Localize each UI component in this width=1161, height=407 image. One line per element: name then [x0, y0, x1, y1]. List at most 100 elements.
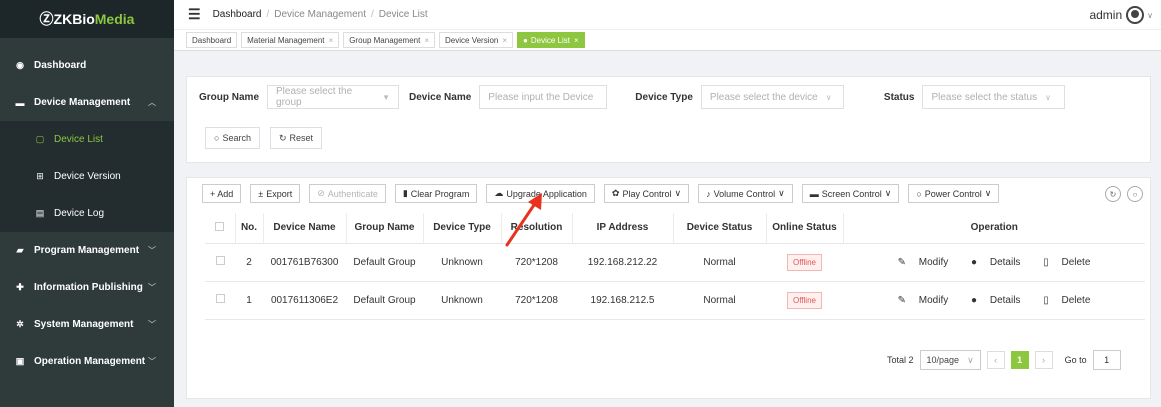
- log-icon: ▤: [35, 208, 45, 218]
- close-icon[interactable]: ×: [502, 36, 507, 45]
- cell-resolution: 720*1208: [501, 281, 572, 320]
- upgrade-application-button[interactable]: ☁ Upgrade Application: [486, 184, 595, 203]
- check-circle-icon: ⊘: [317, 188, 325, 198]
- sidebar-item-device-list[interactable]: ▢ Device List: [0, 121, 174, 158]
- prev-page-button[interactable]: ‹: [986, 351, 1005, 369]
- device-name-input[interactable]: Please input the Device: [479, 85, 608, 109]
- col-device-status: Device Status: [673, 213, 767, 244]
- tab-dashboard[interactable]: Dashboard: [186, 32, 238, 48]
- device-table: No. Device Name Group Name Device Type R…: [205, 213, 1145, 320]
- sidebar-item-device-management[interactable]: ▬ Device Management ︿: [0, 84, 174, 121]
- chevron-down-icon: ∨: [1045, 92, 1051, 102]
- col-no: No.: [235, 213, 264, 244]
- cell-device-status: Normal: [673, 243, 766, 282]
- total-count: Total 2: [887, 355, 914, 365]
- search-icon[interactable]: ○: [1127, 186, 1143, 202]
- caret-down-icon: ▼: [382, 92, 391, 102]
- cell-online-status: Offline: [766, 281, 843, 320]
- table-row: 1 0017611306E2 Default Group Unknown 720…: [205, 281, 1145, 320]
- refresh-icon[interactable]: ↻: [1105, 186, 1121, 202]
- tab-group-management[interactable]: Group Management ×: [343, 32, 436, 48]
- cell-no: 1: [235, 281, 263, 320]
- info-icon: ●: [971, 294, 980, 306]
- list-icon: ▢: [35, 134, 45, 144]
- close-icon[interactable]: ×: [424, 36, 429, 45]
- gear-icon: ✲: [16, 319, 24, 329]
- status-select[interactable]: Please select the status ∨: [922, 85, 1066, 109]
- breadcrumb-device-management[interactable]: Device Management: [274, 9, 366, 20]
- delete-link[interactable]: ▯ Delete: [1038, 257, 1095, 268]
- group-name-label: Group Name: [199, 91, 260, 103]
- close-icon[interactable]: ×: [329, 36, 334, 45]
- username: admin: [1089, 8, 1123, 22]
- search-button[interactable]: ○ Search: [205, 127, 260, 149]
- details-link[interactable]: ● Details: [966, 257, 1025, 268]
- sidebar-item-system-management[interactable]: ✲ System Management ﹀: [0, 306, 174, 343]
- col-device-type: Device Type: [423, 213, 502, 244]
- export-button[interactable]: ± Export: [250, 184, 301, 203]
- filter-panel: Group Name Please select the group ▼ Devi…: [186, 76, 1151, 163]
- details-link[interactable]: ● Details: [966, 295, 1025, 306]
- sidebar-item-device-log[interactable]: ▤ Device Log: [0, 195, 174, 232]
- sidebar-item-program-management[interactable]: ▰ Program Management ﹀: [0, 232, 174, 269]
- screen-icon: ▬: [809, 188, 819, 199]
- chevron-down-icon: ﹀: [148, 246, 156, 255]
- goto-label: Go to: [1064, 355, 1087, 365]
- col-device-name: Device Name: [263, 213, 347, 244]
- sidebar-item-operation-management[interactable]: ▣ Operation Management ﹀: [0, 343, 174, 380]
- cell-device-name: 001761B76300: [263, 243, 346, 282]
- group-select[interactable]: Please select the group ▼: [267, 85, 400, 109]
- select-all-checkbox[interactable]: [205, 213, 236, 244]
- gear-icon: ✿: [611, 188, 620, 198]
- power-icon: ○: [916, 188, 922, 199]
- chevron-down-icon: ∨: [884, 188, 892, 198]
- sidebar-item-information-publishing[interactable]: ✚ Information Publishing ﹀: [0, 269, 174, 306]
- menu-toggle-icon[interactable]: ☰: [188, 6, 201, 23]
- breadcrumb-dashboard[interactable]: Dashboard: [213, 9, 262, 20]
- chevron-down-icon: ∨: [1147, 10, 1153, 20]
- device-type-select[interactable]: Please select the device ∨: [700, 85, 844, 109]
- page-size-select[interactable]: 10/page ∨: [919, 350, 981, 370]
- device-table-panel: + Add ± Export ⊘ Authenticate ▮ Clear Progr…: [186, 177, 1151, 399]
- next-page-button[interactable]: ›: [1034, 351, 1053, 369]
- close-icon[interactable]: ×: [574, 36, 579, 45]
- volume-control-dropdown[interactable]: ♪ Volume Control ∨: [698, 184, 793, 203]
- cell-device-status: Normal: [673, 281, 766, 320]
- trash-icon: ▯: [1043, 294, 1052, 306]
- reset-button[interactable]: ↻ Reset: [269, 127, 323, 149]
- power-control-dropdown[interactable]: ○ Power Control ∨: [908, 184, 1000, 203]
- authenticate-button[interactable]: ⊘ Authenticate: [309, 184, 386, 203]
- program-icon: ▰: [16, 245, 24, 255]
- modify-link[interactable]: ✎ Modify: [893, 257, 954, 268]
- table-header-row: No. Device Name Group Name Device Type R…: [205, 213, 1145, 244]
- modify-link[interactable]: ✎ Modify: [893, 295, 954, 306]
- col-ip-address: IP Address: [572, 213, 674, 244]
- col-online-status: Online Status: [766, 213, 844, 244]
- sidebar-item-device-version[interactable]: ⊞ Device Version: [0, 158, 174, 195]
- status-label: Status: [883, 91, 915, 103]
- tab-device-list[interactable]: ● Device List ×: [517, 32, 585, 48]
- avatar: [1126, 6, 1145, 24]
- tab-material-management[interactable]: Material Management ×: [241, 32, 340, 48]
- row-checkbox[interactable]: [205, 281, 235, 320]
- cell-group-name: Default Group: [346, 281, 423, 320]
- sidebar-item-dashboard[interactable]: ◉ Dashboard: [0, 47, 174, 84]
- row-checkbox[interactable]: [205, 243, 235, 282]
- monitor-icon: ▣: [15, 356, 25, 366]
- screen-control-dropdown[interactable]: ▬ Screen Control ∨: [801, 184, 900, 203]
- tab-device-version[interactable]: Device Version ×: [439, 32, 514, 48]
- user-menu[interactable]: admin ∨: [1089, 6, 1153, 24]
- device-icon: ▬: [15, 97, 25, 108]
- clear-program-button[interactable]: ▮ Clear Program: [394, 184, 478, 203]
- cell-device-type: Unknown: [423, 281, 501, 320]
- delete-link[interactable]: ▯ Delete: [1038, 295, 1095, 306]
- goto-input[interactable]: 1: [1092, 350, 1121, 370]
- breadcrumb: Dashboard / Device Management / Device List: [212, 9, 428, 20]
- play-control-dropdown[interactable]: ✿ Play Control ∨: [603, 184, 690, 203]
- reset-icon: ↻: [278, 132, 287, 143]
- add-button[interactable]: + Add: [202, 184, 242, 203]
- chevron-down-icon: ﹀: [148, 283, 156, 292]
- chevron-down-icon: ∨: [825, 92, 832, 102]
- search-icon: ○: [214, 133, 220, 143]
- page-button[interactable]: 1: [1010, 351, 1029, 369]
